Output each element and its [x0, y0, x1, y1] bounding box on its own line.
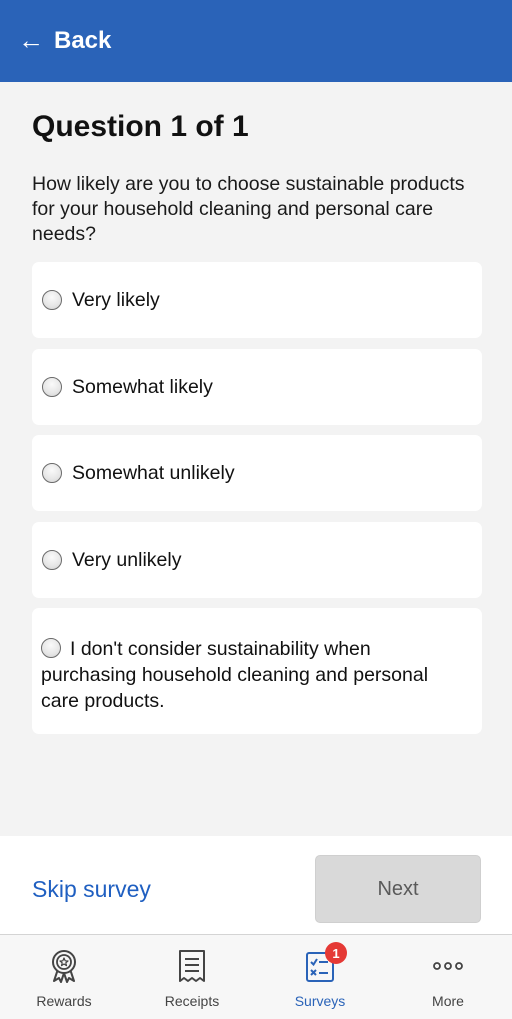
question-text: How likely are you to choose sustainable…	[32, 173, 465, 245]
award-ribbon-icon	[49, 949, 79, 983]
back-button[interactable]: Back	[54, 27, 111, 55]
option-label-text: I don't consider sustainability when pur…	[41, 638, 429, 712]
radio-button[interactable]	[42, 290, 62, 310]
survey-checklist-icon: 1	[305, 942, 347, 983]
option-label: Very unlikely	[72, 548, 182, 571]
back-arrow-icon[interactable]: ←	[18, 27, 44, 53]
tab-rewards[interactable]: Rewards	[0, 935, 128, 1019]
question-title: Question 1 of 1	[32, 110, 249, 143]
option-somewhat-likely[interactable]: Somewhat likely	[32, 349, 482, 425]
tab-label: More	[432, 993, 464, 1009]
tab-label: Receipts	[164, 993, 220, 1009]
tab-more[interactable]: More	[384, 935, 512, 1019]
bottom-tab-bar: Rewards Receipts 1 Surveys More	[0, 934, 512, 1019]
skip-survey-link[interactable]: Skip survey	[32, 876, 151, 903]
tab-label: Rewards	[36, 993, 92, 1009]
tab-surveys[interactable]: 1 Surveys	[256, 935, 384, 1019]
radio-button[interactable]	[42, 550, 62, 570]
option-label: Somewhat unlikely	[72, 461, 235, 484]
app-header: ← Back	[0, 0, 512, 82]
notification-badge: 1	[325, 942, 347, 964]
more-dots-icon	[433, 949, 463, 983]
option-somewhat-unlikely[interactable]: Somewhat unlikely	[32, 435, 482, 511]
radio-button[interactable]	[42, 463, 62, 483]
option-label: Very likely	[72, 288, 160, 311]
tab-label: Surveys	[294, 993, 346, 1009]
option-label: Somewhat likely	[72, 375, 213, 398]
next-button[interactable]: Next	[315, 855, 481, 923]
option-dont-consider[interactable]: I don't consider sustainability when pur…	[32, 608, 482, 734]
option-label: I don't consider sustainability when pur…	[41, 636, 468, 714]
option-very-likely[interactable]: Very likely	[32, 262, 482, 338]
option-very-unlikely[interactable]: Very unlikely	[32, 522, 482, 598]
receipt-icon	[177, 949, 207, 983]
tab-receipts[interactable]: Receipts	[128, 935, 256, 1019]
radio-button[interactable]	[42, 377, 62, 397]
radio-button[interactable]	[41, 638, 61, 658]
